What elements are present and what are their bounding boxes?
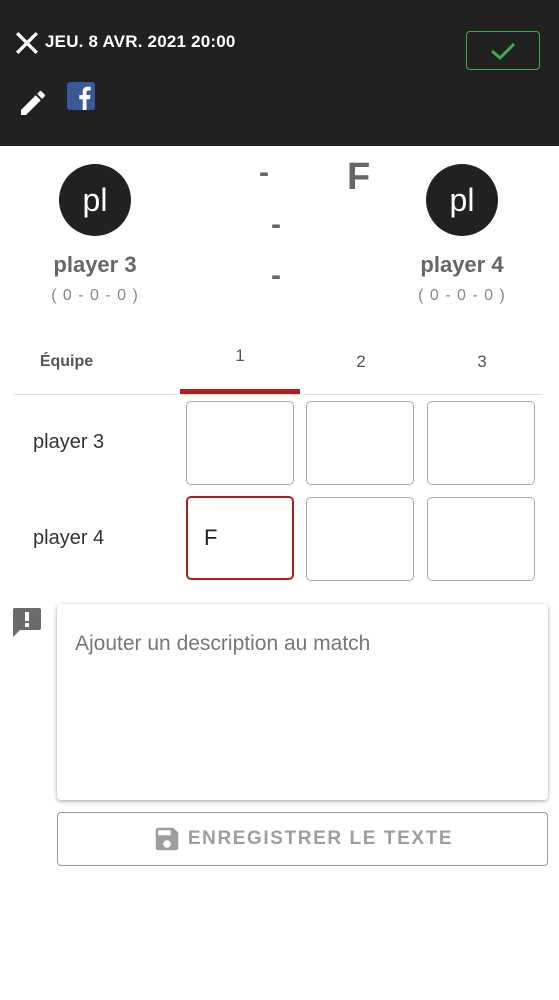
match-description-card[interactable]: Ajouter un description au match — [57, 604, 548, 800]
score-input-player-4-set-2[interactable] — [306, 497, 414, 581]
feedback-alert-icon — [11, 606, 43, 638]
score-dash: - — [259, 156, 269, 189]
score-input-player-3-set-3[interactable] — [427, 401, 535, 485]
facebook-share-button[interactable] — [67, 82, 95, 110]
active-tab-indicator — [180, 389, 300, 394]
edit-button[interactable] — [17, 87, 49, 119]
close-icon — [16, 32, 38, 54]
player-4-initials: pl — [449, 181, 475, 218]
row-label-player-3: player 3 — [33, 431, 105, 453]
match-description-input[interactable]: Ajouter un description au match — [75, 632, 370, 656]
confirm-button[interactable] — [466, 31, 540, 70]
player-4-avatar: pl — [426, 164, 498, 236]
match-date: JEU. 8 AVR. 2021 20:00 — [45, 32, 236, 51]
score-dash: - — [271, 259, 281, 292]
save-icon — [155, 827, 179, 851]
score-input-player-4-set-1[interactable]: F — [186, 496, 294, 580]
set-tabs: Équipe 1 2 3 — [14, 330, 542, 395]
player-3-stats: ( 0 - 0 - 0 ) — [51, 287, 139, 304]
player-4-stats: ( 0 - 0 - 0 ) — [418, 287, 506, 304]
score-input-player-3-set-1[interactable] — [186, 401, 294, 485]
save-text-button-label: ENREGISTRER LE TEXTE — [187, 828, 454, 849]
score-mark: F — [347, 156, 371, 198]
player-3-name: player 3 — [53, 252, 137, 277]
score-input-player-3-set-2[interactable] — [306, 401, 414, 485]
facebook-icon — [67, 82, 95, 110]
app-header: JEU. 8 AVR. 2021 20:00 — [0, 0, 559, 146]
team-column-header: Équipe — [39, 353, 94, 370]
player-4-name: player 4 — [420, 252, 504, 277]
save-text-button[interactable]: ENREGISTRER LE TEXTE — [57, 812, 548, 866]
player-3-avatar: pl — [59, 164, 131, 236]
score-input-player-4-set-3[interactable] — [427, 497, 535, 581]
score-dash: - — [271, 208, 281, 241]
check-icon — [491, 42, 516, 60]
close-button[interactable] — [14, 30, 40, 56]
tab-set-2[interactable]: 2 — [301, 330, 421, 394]
tab-set-3[interactable]: 3 — [422, 330, 542, 394]
player-3-initials: pl — [82, 181, 108, 218]
pencil-icon — [21, 90, 46, 115]
tab-set-1[interactable]: 1 — [180, 330, 300, 394]
row-label-player-4: player 4 — [33, 527, 105, 549]
